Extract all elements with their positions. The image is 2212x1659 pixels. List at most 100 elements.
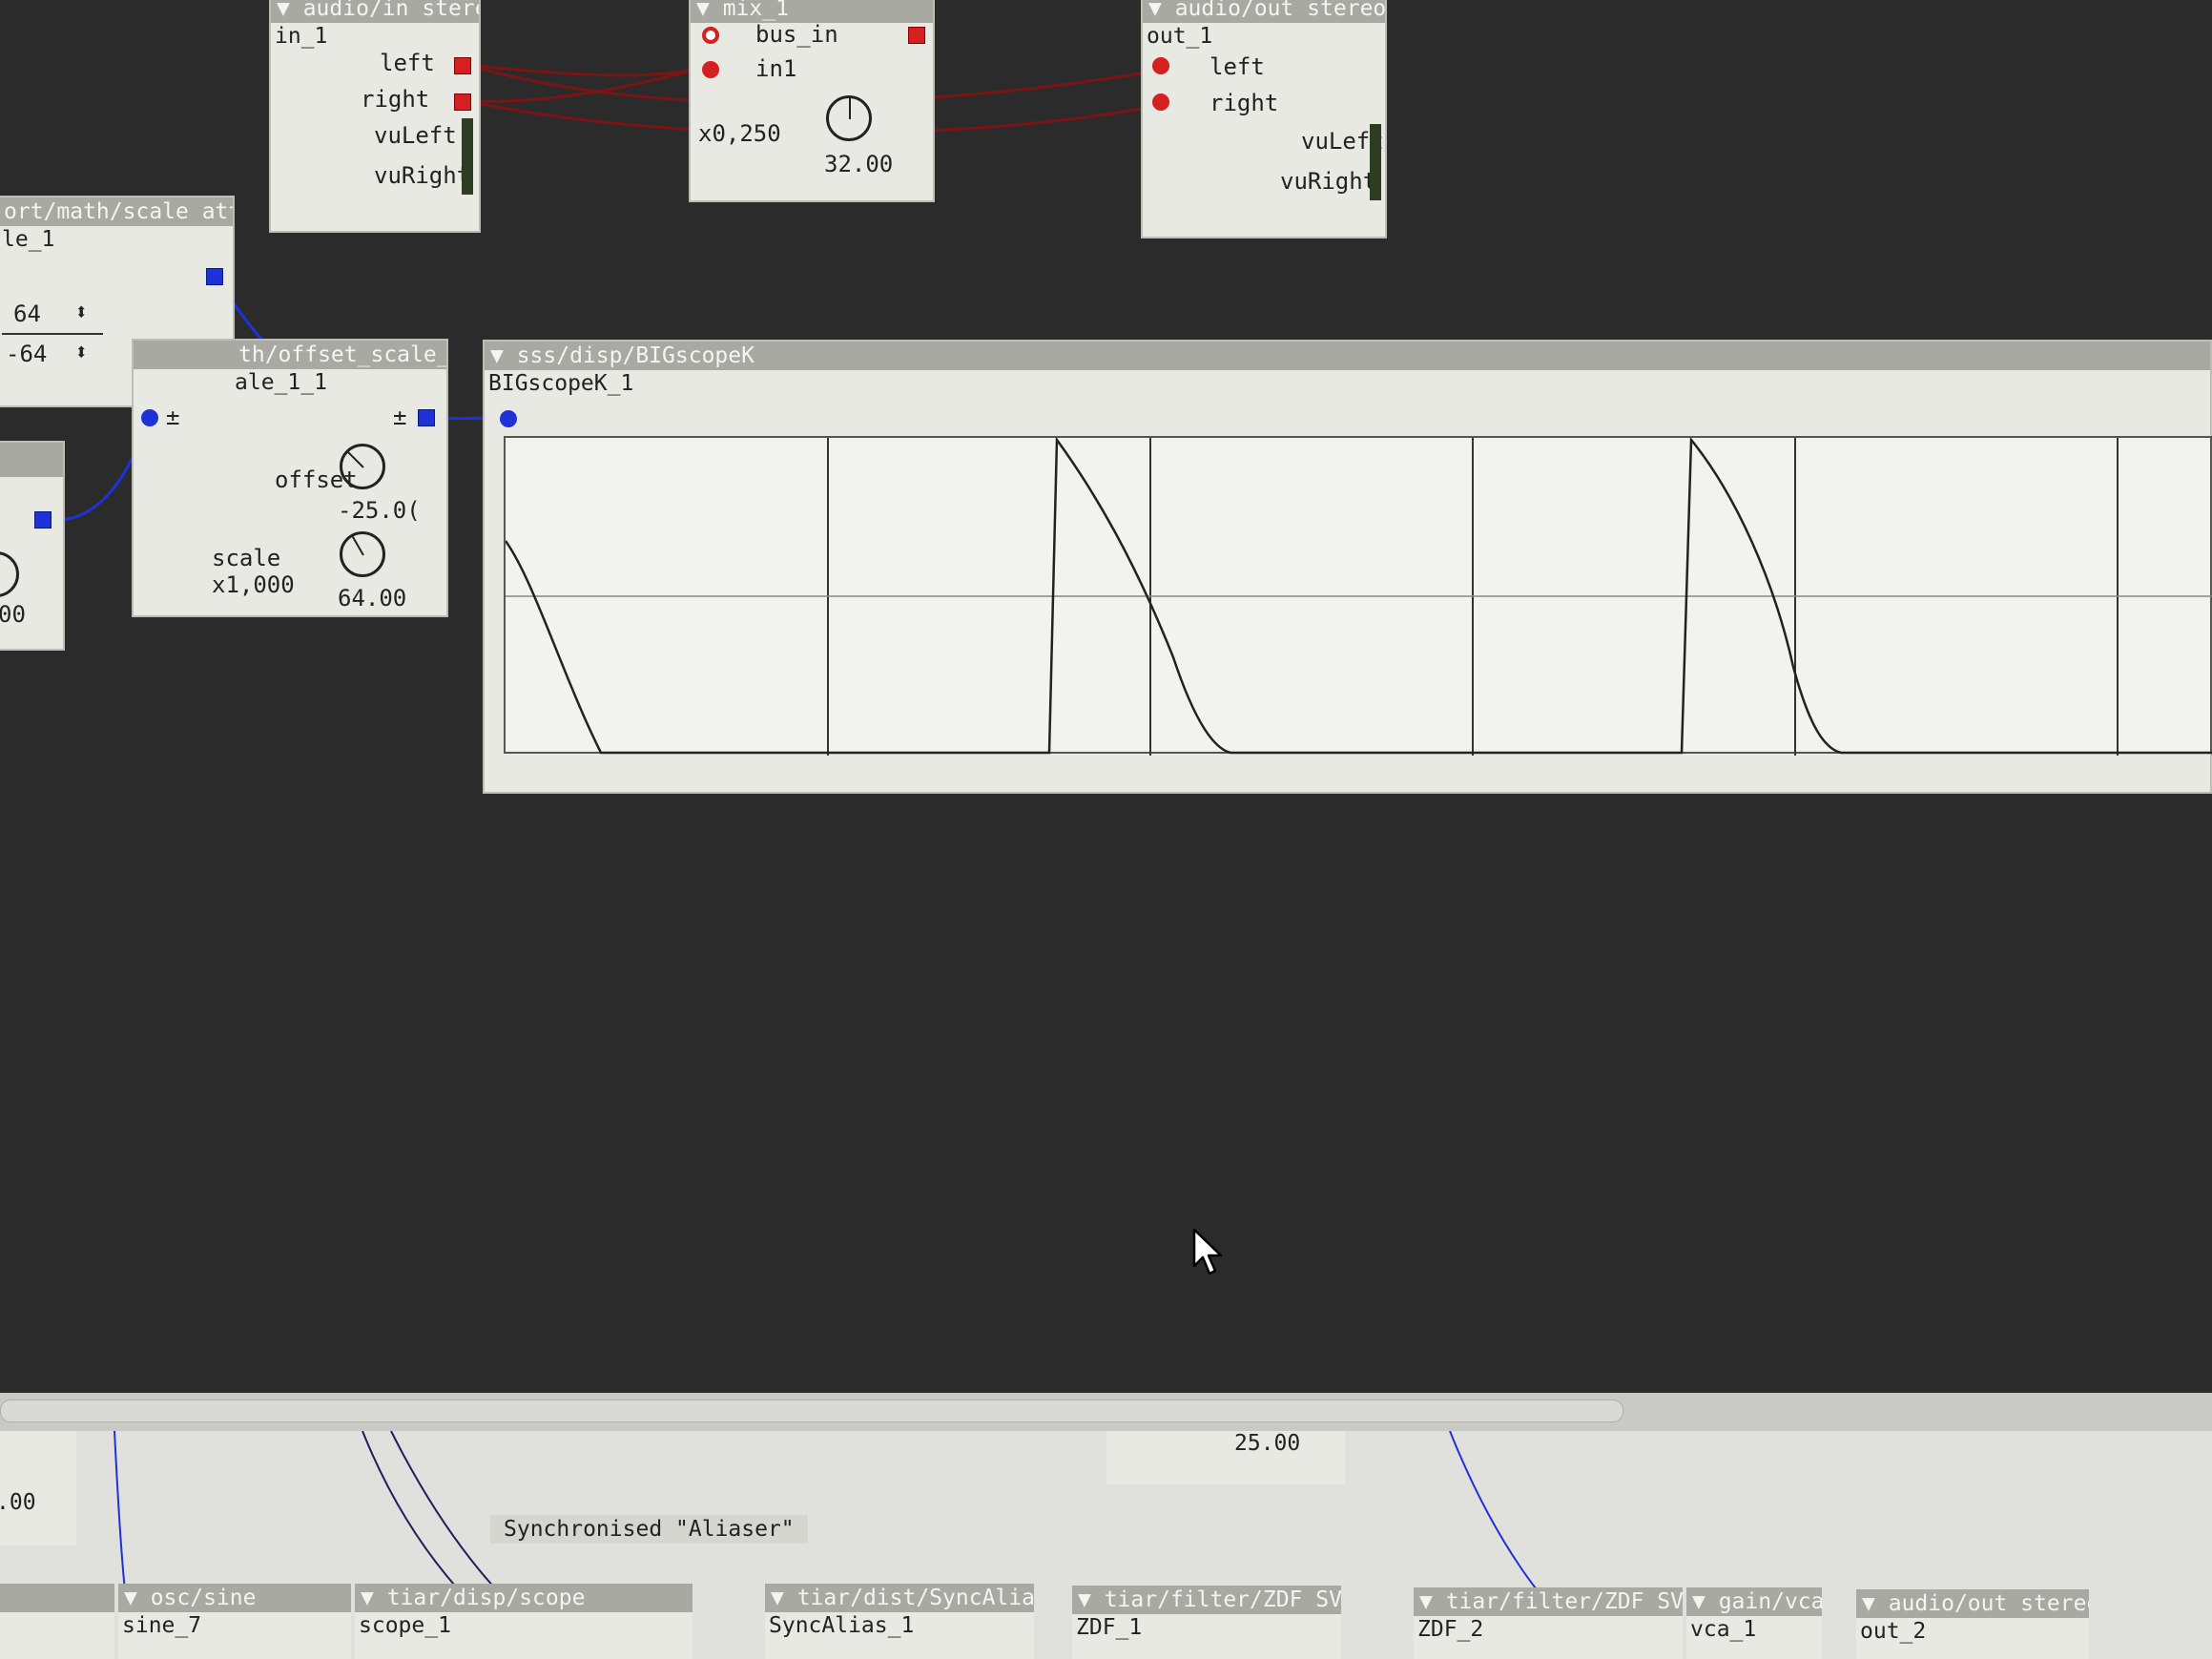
audio-in-object[interactable]: ▼ audio/in stereo in_1 left right vuLeft… <box>269 0 481 233</box>
module-instance: scope_1 <box>359 1613 451 1638</box>
meter-label-right: vuRight <box>1280 168 1377 195</box>
outlet-pm-label: ± <box>393 404 407 430</box>
inlet-bus-in[interactable] <box>702 27 719 44</box>
spinbox-arrows-icon[interactable]: ⬍ <box>74 339 88 365</box>
outlet-scale[interactable] <box>206 268 223 285</box>
scale-knob[interactable] <box>340 531 385 577</box>
offset-value: -25.0( <box>338 497 421 524</box>
scope-waveform <box>504 436 2212 756</box>
inlet-pm-label: ± <box>166 404 180 430</box>
module-zdf-1[interactable]: ▼ tiar/filter/ZDF SVF 1 ZDF_1 <box>1072 1586 1341 1659</box>
module-instance: ZDF_2 <box>1417 1617 1484 1642</box>
inlet-label-bus-in: bus_in <box>755 21 838 48</box>
scale-multiplier: x1,000 <box>212 571 295 598</box>
inlet-label-in1: in1 <box>755 55 797 82</box>
inlet-left[interactable] <box>1152 57 1169 74</box>
module-zdf-2[interactable]: ▼ tiar/filter/ZDF SVF 1 ZDF_2 <box>1414 1587 1683 1659</box>
outlet-partial[interactable] <box>34 511 52 529</box>
instance-name: in_1 <box>275 24 328 49</box>
scrollbar-thumb[interactable] <box>0 1400 1623 1422</box>
object-type-label: audio/in stereo <box>302 0 479 21</box>
module-header[interactable]: ▼ gain/vca <box>1686 1587 1822 1616</box>
module-sine[interactable]: ▼ osc/sine sine_7 <box>118 1584 351 1659</box>
outlet-out[interactable] <box>418 409 435 426</box>
module-instance: SyncAlias_1 <box>769 1613 915 1638</box>
instance-name: BIGscopeK_1 <box>488 371 634 396</box>
spinbox-value-2[interactable]: -64 <box>6 341 47 367</box>
offset-scale-object[interactable]: th/offset_scale_1 ale_1_1 ± ± offset -25… <box>132 339 448 617</box>
offset-knob[interactable] <box>340 444 385 489</box>
scope-display <box>504 436 2212 756</box>
meter-label-left: vuLeft <box>374 122 457 149</box>
gain-knob[interactable] <box>826 95 872 141</box>
gain-knob-value: 32.00 <box>824 151 894 177</box>
scope-header[interactable]: ▼ sss/disp/BIGscopeK <box>485 342 2210 370</box>
bottom-patch-view[interactable]: .00 25.00 Synchronised "Aliaser" ▼ osc/s… <box>0 1431 2212 1659</box>
module-syncalias[interactable]: ▼ tiar/dist/SyncAlias SyncAlias_1 <box>765 1584 1034 1659</box>
output-label-right: right <box>361 86 430 113</box>
scale-value: 64.00 <box>338 585 407 612</box>
module-type: gain/vca <box>1718 1589 1822 1614</box>
inlet-in1[interactable] <box>702 61 719 78</box>
outlet-left[interactable] <box>454 57 471 74</box>
object-type-label: audio/out stereo <box>1174 0 1385 21</box>
audio-out-object[interactable]: ▼ audio/out stereo out_1 left right vuLe… <box>1141 0 1387 238</box>
module-instance: out_2 <box>1860 1619 1927 1644</box>
audio-out-header[interactable]: ▼ audio/out stereo <box>1143 0 1385 23</box>
module-header[interactable]: ▼ tiar/disp/scope <box>355 1584 693 1612</box>
module-instance: sine_7 <box>122 1613 202 1638</box>
audio-in-header[interactable]: ▼ audio/in stereo <box>271 0 479 23</box>
module-instance: vca_1 <box>1690 1617 1757 1642</box>
inlet-label-right: right <box>1209 90 1279 116</box>
mix-object[interactable]: ▼ mix_1 bus_in in1 x0,250 32.00 <box>689 0 935 202</box>
inlet-scope[interactable] <box>500 410 517 427</box>
module-header[interactable]: ▼ osc/sine <box>118 1584 351 1612</box>
module-type: tiar/dist/SyncAlias <box>796 1586 1034 1610</box>
module-type: tiar/disp/scope <box>386 1586 586 1610</box>
spinbox-arrows-icon[interactable]: ⬍ <box>74 299 88 325</box>
inlet-label-left: left <box>1209 53 1265 80</box>
partial-knob[interactable] <box>0 551 19 597</box>
bottom-top-value: 25.00 <box>1234 1431 1301 1456</box>
object-type-label: sss/disp/BIGscopeK <box>516 343 755 368</box>
output-label-left: left <box>380 50 435 76</box>
comment-label[interactable]: Synchronised "Aliaser" <box>490 1515 808 1544</box>
vu-meter <box>462 118 473 195</box>
module-scope[interactable]: ▼ tiar/disp/scope scope_1 <box>355 1584 693 1659</box>
bottom-left-object[interactable]: .00 <box>0 1431 76 1545</box>
module-header[interactable]: ▼ audio/out stereo <box>1856 1589 2089 1618</box>
instance-name: le_1 <box>2 227 55 252</box>
instance-name: out_1 <box>1147 24 1213 49</box>
inlet-right[interactable] <box>1152 93 1169 111</box>
meter-label-right: vuRight <box>374 162 471 189</box>
module-header[interactable]: ▼ tiar/filter/ZDF SVF 1 <box>1072 1586 1341 1614</box>
bottom-left-value: .00 <box>0 1490 36 1515</box>
module-audio-out-2[interactable]: ▼ audio/out stereo out_2 <box>1856 1589 2089 1659</box>
module-vca[interactable]: ▼ gain/vca vca_1 <box>1686 1587 1822 1659</box>
object-type-label: ort/math/scale attr <box>4 199 233 224</box>
scale-label: scale <box>212 545 281 571</box>
offset-scale-header[interactable]: th/offset_scale_1 <box>134 341 446 369</box>
scale-attr-header[interactable]: ort/math/scale attr <box>0 197 233 226</box>
object-type-label: th/offset_scale_1 <box>238 342 446 367</box>
module-stub-header[interactable] <box>0 1584 114 1612</box>
instance-name: ale_1_1 <box>235 370 327 395</box>
mouse-cursor-icon <box>1192 1228 1223 1275</box>
partial-value: 00 <box>0 601 26 628</box>
outlet-mix[interactable] <box>908 27 925 44</box>
module-header[interactable]: ▼ tiar/dist/SyncAlias <box>765 1584 1034 1612</box>
spinbox-value-1[interactable]: 64 <box>13 301 41 327</box>
module-type: audio/out stereo <box>1888 1591 2089 1616</box>
module-type: tiar/filter/ZDF SVF 1 <box>1104 1587 1341 1612</box>
spinbox-divider <box>2 333 103 335</box>
outlet-right[interactable] <box>454 93 471 111</box>
module-header[interactable]: ▼ tiar/filter/ZDF SVF 1 <box>1414 1587 1683 1616</box>
bottom-top-object[interactable]: 25.00 <box>1106 1431 1345 1484</box>
module-stub[interactable] <box>0 1584 114 1659</box>
partial-header[interactable] <box>0 443 63 477</box>
inlet-in[interactable] <box>141 409 158 426</box>
mix-header[interactable]: ▼ mix_1 <box>691 0 933 23</box>
vu-meter <box>1370 124 1381 200</box>
module-type: osc/sine <box>150 1586 257 1610</box>
partial-object[interactable]: 00 <box>0 441 65 651</box>
